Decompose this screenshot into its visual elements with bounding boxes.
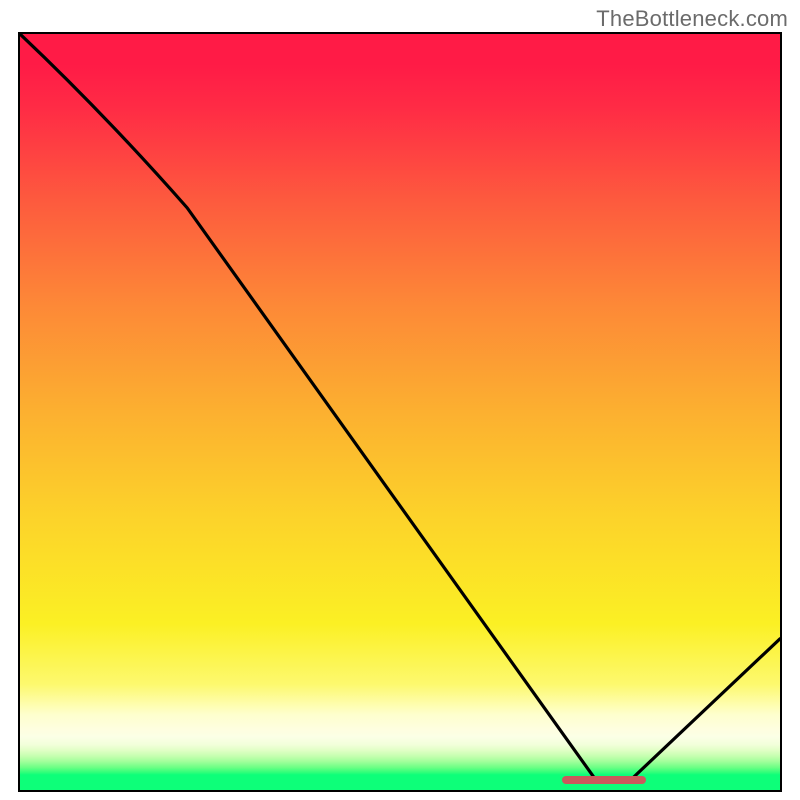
chart-area [18,32,782,792]
curve-svg [20,34,780,790]
optimal-range-marker [562,776,646,784]
attribution-text: TheBottleneck.com [596,6,788,32]
bottleneck-curve-path [20,34,780,782]
